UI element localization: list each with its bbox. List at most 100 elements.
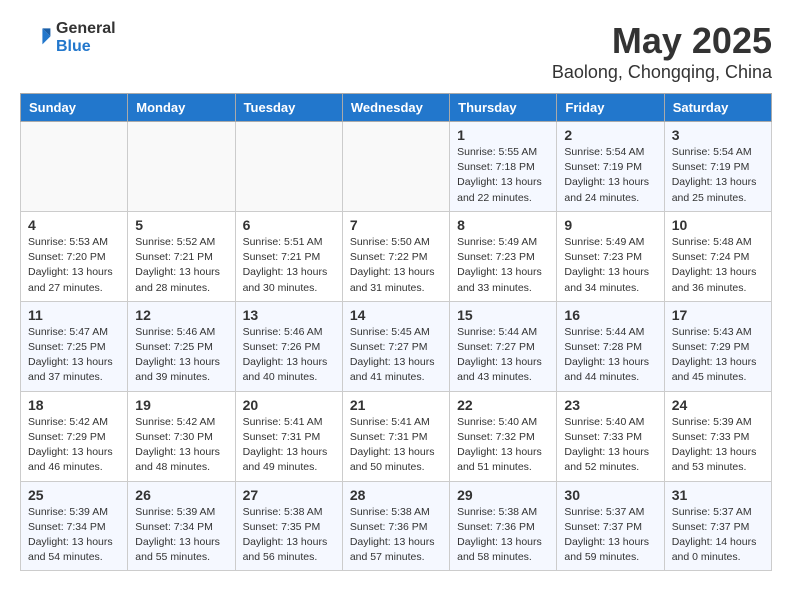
- calendar-cell: 7Sunrise: 5:50 AM Sunset: 7:22 PM Daylig…: [342, 211, 449, 301]
- calendar-cell: 14Sunrise: 5:45 AM Sunset: 7:27 PM Dayli…: [342, 301, 449, 391]
- day-info: Sunrise: 5:37 AM Sunset: 7:37 PM Dayligh…: [564, 505, 656, 566]
- calendar-cell: 23 Sunrise: 5:40 AM Sunset: 7:33 PM Dayli…: [557, 391, 664, 481]
- location-title: Baolong, Chongqing, China: [552, 62, 772, 83]
- day-number: 12: [135, 307, 227, 323]
- day-info: Sunrise: 5:44 AM Sunset: 7:28 PM Dayligh…: [564, 325, 656, 386]
- day-info: Sunrise: 5:49 AM Sunset: 7:23 PM Dayligh…: [564, 235, 656, 296]
- day-info: Sunrise: 5:41 AM Sunset: 7:31 PM Dayligh…: [243, 415, 335, 476]
- calendar-table: SundayMondayTuesdayWednesdayThursdayFrid…: [20, 93, 772, 571]
- day-info: Sunrise: 5:55 AM Sunset: 7:18 PM Dayligh…: [457, 145, 549, 206]
- weekday-header-row: SundayMondayTuesdayWednesdayThursdayFrid…: [21, 94, 772, 122]
- day-number: 13: [243, 307, 335, 323]
- day-number: 23: [564, 397, 656, 413]
- day-info: Sunrise: 5:42 AM Sunset: 7:30 PM Dayligh…: [135, 415, 227, 476]
- day-number: 6: [243, 217, 335, 233]
- day-number: 30: [564, 487, 656, 503]
- week-row-2: 4Sunrise: 5:53 AM Sunset: 7:20 PM Daylig…: [21, 211, 772, 301]
- calendar-cell: 3Sunrise: 5:54 AM Sunset: 7:19 PM Daylig…: [664, 122, 771, 212]
- day-info: Sunrise: 5:46 AM Sunset: 7:25 PM Dayligh…: [135, 325, 227, 386]
- day-info: Sunrise: 5:50 AM Sunset: 7:22 PM Dayligh…: [350, 235, 442, 296]
- day-number: 29: [457, 487, 549, 503]
- day-info: Sunrise: 5:40 AM Sunset: 7:33 PM Dayligh…: [564, 415, 656, 476]
- calendar-cell: 25 Sunrise: 5:39 AM Sunset: 7:34 PM Dayli…: [21, 481, 128, 571]
- day-info: Sunrise: 5:37 AM Sunset: 7:37 PM Dayligh…: [672, 505, 764, 566]
- calendar-cell: 9 Sunrise: 5:49 AM Sunset: 7:23 PM Daylig…: [557, 211, 664, 301]
- day-info: Sunrise: 5:39 AM Sunset: 7:33 PM Dayligh…: [672, 415, 764, 476]
- calendar-cell: 29 Sunrise: 5:38 AM Sunset: 7:36 PM Dayli…: [450, 481, 557, 571]
- calendar-cell: 26 Sunrise: 5:39 AM Sunset: 7:34 PM Dayli…: [128, 481, 235, 571]
- weekday-header-wednesday: Wednesday: [342, 94, 449, 122]
- logo-text: General Blue: [56, 20, 116, 55]
- calendar-cell: 22Sunrise: 5:40 AM Sunset: 7:32 PM Dayli…: [450, 391, 557, 481]
- month-title: May 2025: [552, 20, 772, 62]
- day-info: Sunrise: 5:39 AM Sunset: 7:34 PM Dayligh…: [135, 505, 227, 566]
- day-number: 11: [28, 307, 120, 323]
- day-number: 28: [350, 487, 442, 503]
- day-info: Sunrise: 5:46 AM Sunset: 7:26 PM Dayligh…: [243, 325, 335, 386]
- calendar-cell: 2 Sunrise: 5:54 AM Sunset: 7:19 PM Daylig…: [557, 122, 664, 212]
- day-number: 22: [457, 397, 549, 413]
- calendar-cell: 8 Sunrise: 5:49 AM Sunset: 7:23 PM Daylig…: [450, 211, 557, 301]
- day-info: Sunrise: 5:39 AM Sunset: 7:34 PM Dayligh…: [28, 505, 120, 566]
- calendar-cell: 12 Sunrise: 5:46 AM Sunset: 7:25 PM Dayli…: [128, 301, 235, 391]
- day-number: 27: [243, 487, 335, 503]
- day-number: 4: [28, 217, 120, 233]
- day-number: 26: [135, 487, 227, 503]
- day-info: Sunrise: 5:48 AM Sunset: 7:24 PM Dayligh…: [672, 235, 764, 296]
- calendar-cell: 21 Sunrise: 5:41 AM Sunset: 7:31 PM Dayli…: [342, 391, 449, 481]
- calendar-cell: 28 Sunrise: 5:38 AM Sunset: 7:36 PM Dayli…: [342, 481, 449, 571]
- day-number: 18: [28, 397, 120, 413]
- calendar-cell: [342, 122, 449, 212]
- day-number: 21: [350, 397, 442, 413]
- weekday-header-sunday: Sunday: [21, 94, 128, 122]
- day-number: 24: [672, 397, 764, 413]
- weekday-header-tuesday: Tuesday: [235, 94, 342, 122]
- day-info: Sunrise: 5:52 AM Sunset: 7:21 PM Dayligh…: [135, 235, 227, 296]
- day-number: 31: [672, 487, 764, 503]
- day-number: 19: [135, 397, 227, 413]
- day-info: Sunrise: 5:51 AM Sunset: 7:21 PM Dayligh…: [243, 235, 335, 296]
- calendar-cell: 1Sunrise: 5:55 AM Sunset: 7:18 PM Daylig…: [450, 122, 557, 212]
- calendar-cell: 31 Sunrise: 5:37 AM Sunset: 7:37 PM Dayli…: [664, 481, 771, 571]
- weekday-header-saturday: Saturday: [664, 94, 771, 122]
- day-info: Sunrise: 5:47 AM Sunset: 7:25 PM Dayligh…: [28, 325, 120, 386]
- calendar-cell: 4Sunrise: 5:53 AM Sunset: 7:20 PM Daylig…: [21, 211, 128, 301]
- logo-blue: Blue: [56, 38, 116, 56]
- day-number: 9: [564, 217, 656, 233]
- weekday-header-monday: Monday: [128, 94, 235, 122]
- day-number: 16: [564, 307, 656, 323]
- week-row-4: 18Sunrise: 5:42 AM Sunset: 7:29 PM Dayli…: [21, 391, 772, 481]
- day-info: Sunrise: 5:38 AM Sunset: 7:36 PM Dayligh…: [350, 505, 442, 566]
- logo: General Blue: [20, 20, 116, 55]
- page-header: General Blue May 2025 Baolong, Chongqing…: [20, 20, 772, 83]
- day-number: 25: [28, 487, 120, 503]
- calendar-cell: 24 Sunrise: 5:39 AM Sunset: 7:33 PM Dayli…: [664, 391, 771, 481]
- calendar-cell: 11 Sunrise: 5:47 AM Sunset: 7:25 PM Dayli…: [21, 301, 128, 391]
- day-number: 5: [135, 217, 227, 233]
- calendar-cell: 17Sunrise: 5:43 AM Sunset: 7:29 PM Dayli…: [664, 301, 771, 391]
- title-block: May 2025 Baolong, Chongqing, China: [552, 20, 772, 83]
- day-number: 8: [457, 217, 549, 233]
- calendar-cell: 10Sunrise: 5:48 AM Sunset: 7:24 PM Dayli…: [664, 211, 771, 301]
- day-info: Sunrise: 5:41 AM Sunset: 7:31 PM Dayligh…: [350, 415, 442, 476]
- calendar-cell: [21, 122, 128, 212]
- week-row-3: 11 Sunrise: 5:47 AM Sunset: 7:25 PM Dayli…: [21, 301, 772, 391]
- calendar-cell: 30 Sunrise: 5:37 AM Sunset: 7:37 PM Dayli…: [557, 481, 664, 571]
- day-info: Sunrise: 5:38 AM Sunset: 7:36 PM Dayligh…: [457, 505, 549, 566]
- calendar-cell: 18Sunrise: 5:42 AM Sunset: 7:29 PM Dayli…: [21, 391, 128, 481]
- calendar-cell: 16 Sunrise: 5:44 AM Sunset: 7:28 PM Dayli…: [557, 301, 664, 391]
- calendar-cell: 6 Sunrise: 5:51 AM Sunset: 7:21 PM Daylig…: [235, 211, 342, 301]
- week-row-5: 25 Sunrise: 5:39 AM Sunset: 7:34 PM Dayli…: [21, 481, 772, 571]
- day-info: Sunrise: 5:54 AM Sunset: 7:19 PM Dayligh…: [564, 145, 656, 206]
- calendar-cell: [128, 122, 235, 212]
- day-info: Sunrise: 5:54 AM Sunset: 7:19 PM Dayligh…: [672, 145, 764, 206]
- calendar-cell: [235, 122, 342, 212]
- day-info: Sunrise: 5:45 AM Sunset: 7:27 PM Dayligh…: [350, 325, 442, 386]
- logo-icon: [20, 22, 52, 54]
- day-number: 15: [457, 307, 549, 323]
- day-info: Sunrise: 5:49 AM Sunset: 7:23 PM Dayligh…: [457, 235, 549, 296]
- day-number: 2: [564, 127, 656, 143]
- day-number: 20: [243, 397, 335, 413]
- week-row-1: 1Sunrise: 5:55 AM Sunset: 7:18 PM Daylig…: [21, 122, 772, 212]
- logo-general: General: [56, 20, 116, 38]
